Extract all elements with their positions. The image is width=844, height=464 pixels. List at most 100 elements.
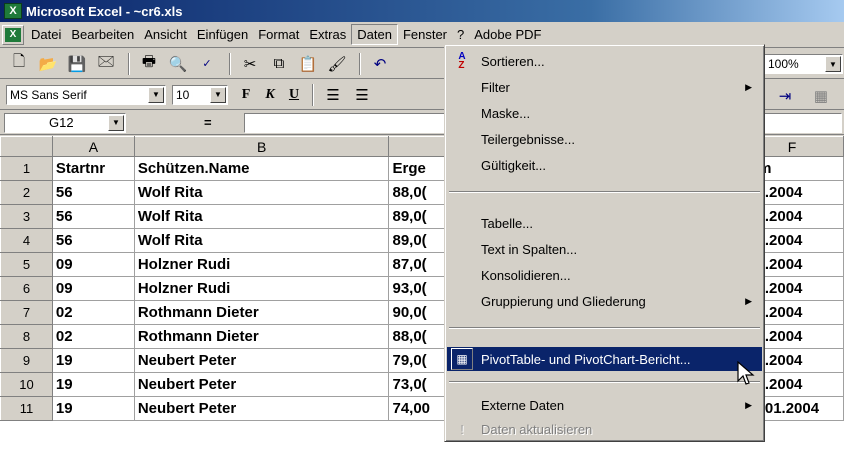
menu-extras[interactable]: Extras (304, 25, 351, 44)
table-cell[interactable]: Neubert Peter (133, 396, 390, 421)
menu-item-maske[interactable]: Maske... (447, 101, 762, 125)
font-name-select[interactable]: MS Sans Serif ▼ (6, 84, 166, 105)
menu-bearbeiten[interactable]: Bearbeiten (66, 25, 139, 44)
row-header[interactable]: 6 (0, 276, 53, 301)
row-header[interactable]: 11 (0, 396, 53, 421)
spelling-icon[interactable]: ✓ (194, 52, 220, 76)
table-cell[interactable]: Startnr (51, 156, 135, 181)
menu-item-gueltigkeit[interactable]: Gültigkeit... (447, 153, 762, 177)
print-icon[interactable]: 🖶 (136, 52, 162, 76)
font-size-select[interactable]: 10 ▼ (172, 84, 228, 105)
undo-icon[interactable]: ↶ (367, 52, 393, 76)
underline-button[interactable]: U (282, 84, 306, 106)
menu-separator (449, 381, 760, 383)
zoom-select[interactable]: 100% ▼ (763, 54, 843, 74)
refresh-icon: ! (460, 421, 464, 437)
chevron-down-icon[interactable]: ▼ (825, 56, 841, 72)
toolbar-separator (359, 52, 361, 75)
menu-item-teilergebnisse[interactable]: Teilergebnisse... (447, 127, 762, 151)
menu-item-filter[interactable]: Filter ▶ (447, 75, 762, 99)
table-cell[interactable]: Wolf Rita (133, 204, 390, 229)
table-cell[interactable]: Holzner Rudi (133, 276, 390, 301)
table-cell[interactable]: Holzner Rudi (133, 252, 390, 277)
font-size-value: 10 (176, 87, 190, 102)
row-header[interactable]: 2 (0, 180, 53, 205)
menu-item-text-in-spalten[interactable]: Text in Spalten... (447, 237, 762, 261)
copy-icon[interactable]: ⧉ (266, 52, 292, 76)
table-cell[interactable]: 09 (51, 276, 135, 301)
table-cell[interactable]: Wolf Rita (133, 228, 390, 253)
row-header[interactable]: 5 (0, 252, 53, 277)
menu-item-tabelle[interactable]: Tabelle... (447, 211, 762, 235)
chevron-down-icon[interactable]: ▼ (148, 86, 164, 103)
align-left-icon[interactable]: ☰ (320, 83, 346, 107)
row-header[interactable]: 3 (0, 204, 53, 229)
italic-button[interactable]: K (258, 84, 282, 106)
row-header[interactable]: 10 (0, 372, 53, 397)
row-header[interactable]: 9 (0, 348, 53, 373)
toolbar-separator (229, 52, 231, 75)
name-box[interactable]: G12 ▼ (4, 112, 126, 133)
format-painter-icon[interactable]: 🖌 (324, 52, 350, 76)
mouse-cursor-icon (737, 361, 755, 385)
menu-item-sortieren[interactable]: AZ Sortieren... (447, 49, 762, 73)
table-cell[interactable]: 02 (51, 300, 135, 325)
workbook-icon[interactable]: X (2, 24, 24, 45)
save-icon[interactable]: 💾 (64, 52, 90, 76)
menu-item-label: PivotTable- und PivotChart-Bericht... (481, 351, 691, 367)
borders-icon[interactable]: ▦ (808, 84, 834, 108)
menu-item-label: Text in Spalten... (481, 241, 578, 257)
menu-fenster[interactable]: Fenster (398, 25, 452, 44)
menu-item-konsolidieren[interactable]: Konsolidieren... (447, 263, 762, 287)
column-header[interactable]: A (51, 136, 135, 157)
increase-indent-icon[interactable]: ⇥ (772, 84, 798, 108)
row-header[interactable]: 1 (0, 156, 53, 181)
menu-einfuegen[interactable]: Einfügen (192, 25, 253, 44)
row-header[interactable]: 4 (0, 228, 53, 253)
send-mail-icon[interactable]: 🖂 (93, 52, 119, 76)
table-cell[interactable]: 19 (51, 372, 135, 397)
row-header[interactable]: 8 (0, 324, 53, 349)
menu-help[interactable]: ? (452, 25, 469, 44)
menu-item-pivottable[interactable]: ▦ PivotTable- und PivotChart-Bericht... (447, 347, 762, 371)
open-folder-icon[interactable]: 📂 (35, 52, 61, 76)
menu-daten[interactable]: Daten (351, 24, 398, 45)
window-title: Microsoft Excel - ~cr6.xls (26, 3, 183, 19)
menu-adobe-pdf[interactable]: Adobe PDF (469, 25, 546, 44)
menu-item-label: Gültigkeit... (481, 157, 547, 173)
menu-item-label: Daten aktualisieren (481, 421, 593, 437)
table-cell[interactable]: Neubert Peter (133, 372, 390, 397)
row-header[interactable]: 7 (0, 300, 53, 325)
cut-icon[interactable]: ✂ (237, 52, 263, 76)
menu-format[interactable]: Format (253, 25, 304, 44)
menu-item-gruppierung[interactable]: Gruppierung und Gliederung ▶ (447, 289, 762, 313)
excel-icon[interactable]: X (4, 3, 22, 19)
menu-item-daten-aktualisieren[interactable]: ! Daten aktualisieren (447, 417, 762, 441)
table-cell[interactable]: 56 (51, 228, 135, 253)
new-document-icon[interactable]: 🗋 (6, 52, 32, 76)
table-cell[interactable]: Rothmann Dieter (133, 300, 390, 325)
select-all-corner[interactable] (0, 136, 53, 157)
toolbar-separator (128, 52, 130, 75)
menu-item-externe-daten[interactable]: Externe Daten ▶ (447, 393, 762, 417)
menu-datei[interactable]: Datei (26, 25, 66, 44)
table-cell[interactable]: Rothmann Dieter (133, 324, 390, 349)
chevron-down-icon[interactable]: ▼ (108, 114, 124, 131)
table-cell[interactable]: 56 (51, 180, 135, 205)
chevron-down-icon[interactable]: ▼ (210, 86, 226, 103)
column-header[interactable]: B (133, 136, 390, 157)
table-cell[interactable]: Wolf Rita (133, 180, 390, 205)
table-cell[interactable]: 56 (51, 204, 135, 229)
table-cell[interactable]: 09 (51, 252, 135, 277)
bold-button[interactable]: F (234, 84, 258, 106)
print-preview-icon[interactable]: 🔍 (165, 52, 191, 76)
formula-equals-sign[interactable]: = (204, 115, 212, 130)
table-cell[interactable]: 19 (51, 396, 135, 421)
table-cell[interactable]: Schützen.Name (133, 156, 390, 181)
table-cell[interactable]: 02 (51, 324, 135, 349)
table-cell[interactable]: 19 (51, 348, 135, 373)
menu-ansicht[interactable]: Ansicht (139, 25, 192, 44)
align-center-icon[interactable]: ☰ (349, 83, 375, 107)
paste-icon[interactable]: 📋 (295, 52, 321, 76)
table-cell[interactable]: Neubert Peter (133, 348, 390, 373)
